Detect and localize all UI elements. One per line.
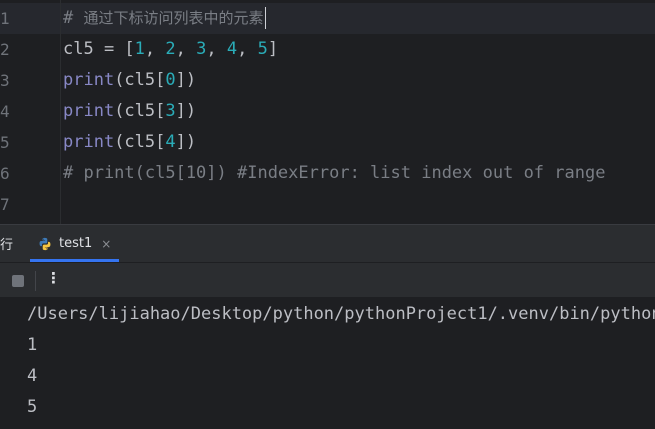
text-caret [264, 7, 266, 29]
code-token: ]) [175, 101, 197, 121]
code-token: (cl5[ [114, 101, 166, 121]
code-token: , [206, 39, 227, 59]
console-line: 5 [27, 397, 38, 417]
tab-test1[interactable]: test1 × [30, 225, 119, 262]
code-line[interactable]: 6 # print(cl5[10]) #IndexError: list inde… [0, 158, 655, 189]
line-number: 3 [0, 71, 10, 90]
code-line[interactable]: 2 cl5 = [1, 2, 3, 4, 5] [0, 34, 655, 65]
code-token: print [63, 101, 115, 121]
code-token: cl5 = [ [63, 39, 135, 59]
code-token: # [63, 8, 84, 28]
code-token: 4 [165, 132, 176, 152]
code-token: , [237, 39, 258, 59]
code-token: print [63, 132, 115, 152]
code-token: # print(cl5[10]) #IndexError: list index… [63, 163, 606, 183]
line-number: 7 [0, 195, 10, 214]
code-token: 1 [134, 39, 145, 59]
code-text: print(cl5[4]) [63, 127, 196, 158]
python-icon [39, 237, 51, 250]
close-icon[interactable]: × [101, 237, 111, 251]
code-text: print(cl5[3]) [63, 96, 196, 127]
code-token: 3 [165, 101, 176, 121]
code-token: (cl5[ [114, 70, 166, 90]
run-tool-window-header: 行 test1 × [0, 225, 655, 262]
console-line: /Users/lijiahao/Desktop/python/pythonPro… [27, 304, 655, 324]
run-panel-title: 行 [0, 238, 14, 253]
code-text: print(cl5[0]) [63, 65, 196, 96]
line-number: 5 [0, 133, 10, 152]
code-token: , [144, 39, 166, 59]
code-editor[interactable]: 1 # 通过下标访问列表中的元素 2 cl5 = [1, 2, 3, 4, 5] 3 pr… [0, 0, 655, 224]
code-line[interactable]: 3 print(cl5[0]) [0, 65, 655, 96]
code-token: ] [267, 39, 279, 59]
line-number: 1 [0, 9, 10, 28]
run-toolbar: ⋮ [0, 262, 655, 297]
code-token: ]) [175, 70, 197, 90]
line-number: 2 [0, 40, 10, 59]
code-token: ]) [175, 132, 197, 152]
code-token: 5 [257, 39, 268, 59]
console-line: 1 [27, 335, 38, 355]
code-text: # print(cl5[10]) #IndexError: list index… [63, 158, 605, 189]
more-options-icon[interactable]: ⋮ [46, 269, 61, 287]
code-token: 通过下标访问列表中的元素 [83, 9, 264, 27]
line-number: 6 [0, 164, 10, 183]
code-token: 4 [226, 39, 238, 59]
code-token: 0 [165, 70, 176, 90]
code-line[interactable]: 7 [0, 189, 655, 220]
console-output[interactable]: /Users/lijiahao/Desktop/python/pythonPro… [0, 297, 655, 429]
code-line[interactable]: 1 # 通过下标访问列表中的元素 [0, 3, 655, 34]
code-line[interactable]: 5 print(cl5[4]) [0, 127, 655, 158]
code-text: cl5 = [1, 2, 3, 4, 5] [63, 34, 278, 65]
toolbar-separator [35, 271, 36, 291]
code-token: print [63, 70, 115, 90]
code-token: (cl5[ [114, 132, 166, 152]
code-line[interactable]: 4 print(cl5[3]) [0, 96, 655, 127]
console-line: 4 [27, 366, 38, 386]
code-text: # 通过下标访问列表中的元素 [63, 3, 266, 34]
line-number: 4 [0, 102, 10, 121]
stop-icon[interactable] [12, 275, 24, 287]
code-token: , [175, 39, 197, 59]
tab-label: test1 [59, 236, 93, 251]
code-token: 3 [196, 39, 207, 59]
code-token: 2 [165, 39, 176, 59]
